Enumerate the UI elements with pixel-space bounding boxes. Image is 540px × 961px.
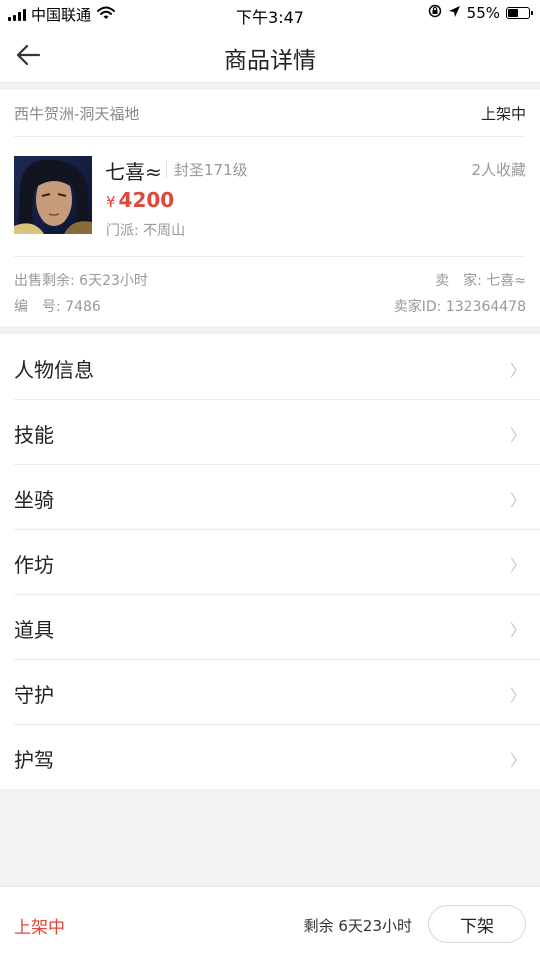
server-name: 西牛贺洲-洞天福地 <box>14 104 140 123</box>
location-arrow-icon <box>448 4 461 22</box>
character-avatar[interactable] <box>14 156 92 234</box>
menu-item-guardian[interactable]: 守护 〉 <box>0 659 540 724</box>
sale-info-row: 出售剩余: 6天23小时 卖 家: 七喜≈ <box>14 270 526 290</box>
price: ¥4200 <box>106 188 174 212</box>
detail-menu: 人物信息 〉 技能 〉 坐骑 〉 作坊 〉 道具 〉 守护 〉 护驾 〉 <box>0 334 540 789</box>
chevron-right-icon: 〉 <box>509 751 526 770</box>
back-button[interactable] <box>10 38 46 72</box>
arrow-left-icon <box>16 44 41 66</box>
currency-symbol: ¥ <box>106 193 116 211</box>
battery-percent: 55% <box>466 4 500 22</box>
character-name: 七喜≈ <box>105 160 162 184</box>
battery-icon <box>506 7 533 19</box>
status-bar: 中国联通 下午3:47 55% <box>0 0 540 28</box>
chevron-right-icon: 〉 <box>509 686 526 705</box>
favorites-count: 2人收藏 <box>471 161 526 179</box>
menu-item-workshop[interactable]: 作坊 〉 <box>0 529 540 594</box>
menu-item-character-info[interactable]: 人物信息 〉 <box>0 334 540 399</box>
id-info-row: 编 号: 7486 卖家ID: 132364478 <box>14 296 526 316</box>
menu-item-label: 作坊 <box>14 553 54 577</box>
product-card: 西牛贺洲-洞天福地 上架中 七喜≈ 封圣171级 2人收藏 ¥ 4200 门派:… <box>0 90 540 326</box>
signal-strength-icon <box>8 8 26 21</box>
menu-item-label: 坐骑 <box>14 488 54 512</box>
character-summary: 七喜≈ 封圣171级 2人收藏 ¥4200 门派: 不周山 <box>14 148 526 244</box>
listing-status-badge: 上架中 <box>14 918 65 938</box>
remaining-time: 剩余 6天23小时 <box>303 917 412 935</box>
orientation-lock-icon <box>428 4 442 22</box>
chevron-right-icon: 〉 <box>509 556 526 575</box>
nav-bar: 商品详情 <box>0 28 540 83</box>
divider <box>14 256 526 257</box>
listing-status: 上架中 <box>480 104 526 123</box>
divider <box>166 160 167 178</box>
serial-number: 编 号: 7486 <box>14 299 101 315</box>
delist-button[interactable]: 下架 <box>428 905 526 943</box>
page-title: 商品详情 <box>224 48 316 74</box>
chevron-right-icon: 〉 <box>509 361 526 380</box>
price-value: 4200 <box>118 188 175 212</box>
character-school: 门派: 不周山 <box>106 223 186 239</box>
wifi-icon <box>97 6 116 24</box>
menu-item-label: 技能 <box>14 423 54 447</box>
chevron-right-icon: 〉 <box>509 491 526 510</box>
carrier-name: 中国联通 <box>31 6 92 24</box>
sale-remaining: 出售剩余: 6天23小时 <box>14 273 148 289</box>
menu-item-items[interactable]: 道具 〉 <box>0 594 540 659</box>
menu-item-label: 守护 <box>14 683 54 707</box>
menu-item-mounts[interactable]: 坐骑 〉 <box>0 464 540 529</box>
chevron-right-icon: 〉 <box>509 426 526 445</box>
bottom-action-bar: 上架中 剩余 6天23小时 下架 <box>0 886 540 961</box>
chevron-right-icon: 〉 <box>509 621 526 640</box>
seller-name: 卖 家: 七喜≈ <box>435 273 526 289</box>
menu-item-escort[interactable]: 护驾 〉 <box>0 724 540 789</box>
menu-item-label: 人物信息 <box>14 358 94 382</box>
menu-item-label: 道具 <box>14 618 54 642</box>
character-level: 封圣171级 <box>174 161 248 179</box>
menu-item-skills[interactable]: 技能 〉 <box>0 399 540 464</box>
menu-item-label: 护驾 <box>14 748 54 772</box>
seller-id: 卖家ID: 132364478 <box>393 299 526 315</box>
server-row: 西牛贺洲-洞天福地 上架中 <box>14 90 526 137</box>
